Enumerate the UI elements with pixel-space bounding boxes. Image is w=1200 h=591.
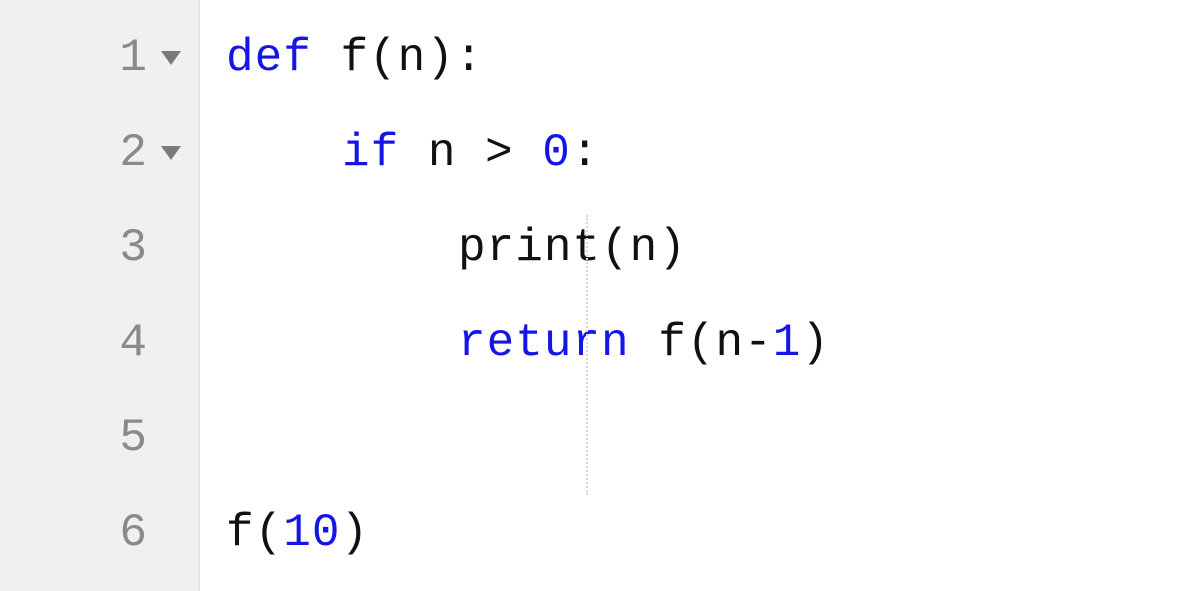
space: [630, 317, 659, 369]
function-call: f: [658, 317, 687, 369]
colon: :: [455, 32, 484, 84]
function-name: f: [340, 32, 369, 84]
code-line-1[interactable]: def f(n):: [226, 10, 1200, 105]
space: [312, 32, 341, 84]
code-line-3[interactable]: print(n): [226, 200, 1200, 295]
line-number: 2: [119, 127, 147, 179]
line-number: 4: [119, 317, 147, 369]
fold-chevron-down-icon[interactable]: [161, 51, 181, 65]
open-paren: (: [601, 222, 630, 274]
code-line-4[interactable]: return f(n-1): [226, 295, 1200, 390]
variable-n: n: [715, 317, 744, 369]
operator-gt: >: [485, 127, 514, 179]
colon: :: [571, 127, 600, 179]
space: [399, 127, 428, 179]
space: [456, 127, 485, 179]
builtin-print: print: [458, 222, 601, 274]
parameter: n: [398, 32, 427, 84]
close-paren: ): [658, 222, 687, 274]
line-number: 3: [119, 222, 147, 274]
space: [514, 127, 543, 179]
number-one: 1: [773, 317, 802, 369]
code-line-5[interactable]: [226, 390, 1200, 485]
open-paren: (: [255, 507, 284, 559]
variable-n: n: [428, 127, 457, 179]
close-paren: ): [340, 507, 369, 559]
gutter-line-5[interactable]: 5: [0, 390, 199, 485]
operator-minus: -: [744, 317, 773, 369]
gutter-line-2[interactable]: 2: [0, 105, 199, 200]
indent-guide: [586, 215, 588, 495]
function-call: f: [226, 507, 255, 559]
close-paren: ): [801, 317, 830, 369]
keyword-if: if: [342, 127, 399, 179]
variable-n: n: [630, 222, 659, 274]
line-number: 1: [119, 32, 147, 84]
code-editor-area[interactable]: def f(n): if n > 0: print(n) return f(n-…: [200, 0, 1200, 591]
line-number: 6: [119, 507, 147, 559]
code-line-2[interactable]: if n > 0:: [226, 105, 1200, 200]
open-paren: (: [369, 32, 398, 84]
gutter-line-4[interactable]: 4: [0, 295, 199, 390]
keyword-def: def: [226, 32, 312, 84]
line-number-gutter: 1 2 3 4 5 6: [0, 0, 200, 591]
code-line-6[interactable]: f(10): [226, 485, 1200, 580]
gutter-line-3[interactable]: 3: [0, 200, 199, 295]
gutter-line-1[interactable]: 1: [0, 10, 199, 105]
close-paren: ): [426, 32, 455, 84]
line-number: 5: [119, 412, 147, 464]
keyword-return: return: [458, 317, 630, 369]
fold-chevron-down-icon[interactable]: [161, 146, 181, 160]
gutter-line-6[interactable]: 6: [0, 485, 199, 580]
number-zero: 0: [542, 127, 571, 179]
number-ten: 10: [283, 507, 340, 559]
open-paren: (: [687, 317, 716, 369]
